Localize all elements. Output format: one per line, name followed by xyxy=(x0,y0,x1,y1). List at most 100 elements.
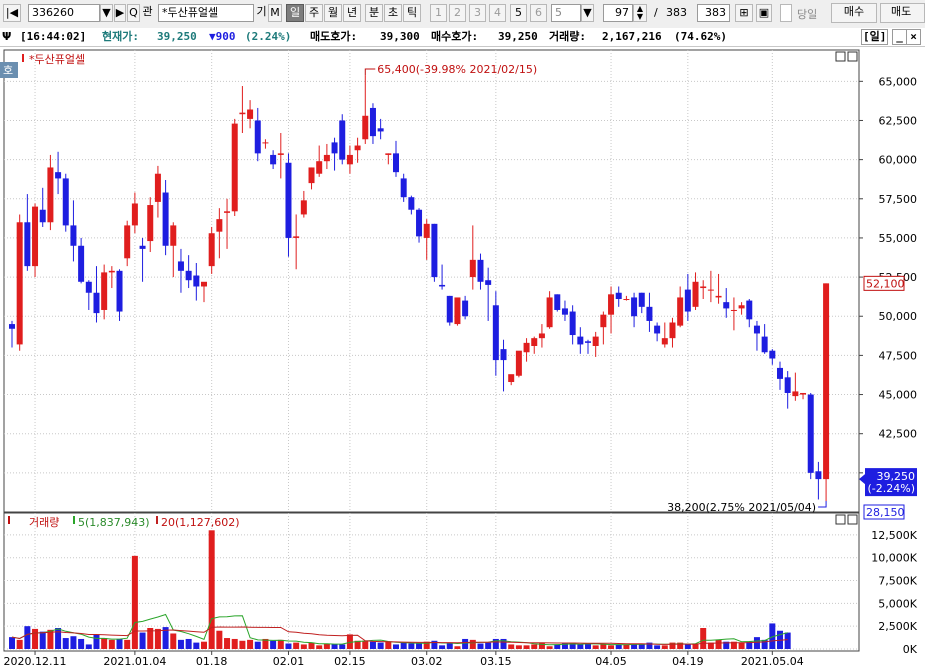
danil-checkbox[interactable] xyxy=(780,4,792,22)
tab-tick[interactable]: 틱 xyxy=(403,4,421,22)
candle-body xyxy=(661,338,668,345)
stock-code-input[interactable]: 336260 xyxy=(28,4,100,22)
indicator-icon[interactable]: Ψ xyxy=(2,28,11,45)
candle-body xyxy=(131,203,138,226)
tab-day[interactable]: 일 xyxy=(286,4,304,22)
volume-bar xyxy=(316,645,323,649)
volume-bar xyxy=(738,642,745,649)
candle-body xyxy=(231,123,238,212)
tab-second[interactable]: 초 xyxy=(384,4,402,22)
volume-bar xyxy=(116,638,123,649)
tab-month[interactable]: 월 xyxy=(324,4,342,22)
volume-bar xyxy=(285,643,292,649)
volume-tick-label: 12,500K xyxy=(871,529,917,542)
count-right-field[interactable]: 383 xyxy=(697,4,730,22)
price-tick-label: 45,000 xyxy=(879,389,918,402)
volume-bar xyxy=(577,644,584,649)
interval-5[interactable]: 5 xyxy=(510,4,527,22)
candle-body xyxy=(531,338,538,346)
candle-body xyxy=(569,311,576,336)
play-icon[interactable]: ▶ xyxy=(114,4,126,22)
tab-week[interactable]: 주 xyxy=(305,4,323,22)
volume-bar xyxy=(416,643,423,649)
close-icon[interactable]: × xyxy=(906,29,921,45)
candle-body xyxy=(185,270,192,281)
tab-minute[interactable]: 분 xyxy=(365,4,383,22)
time-tick-label: 03.02 xyxy=(411,655,443,668)
low-annotation-label: 38,200(2.75% 2021/05/04) xyxy=(667,501,816,514)
candle-body xyxy=(369,107,376,137)
interval-6[interactable]: 6 xyxy=(530,4,547,22)
code-dropdown-icon[interactable]: ▼ xyxy=(100,4,113,22)
period-box[interactable]: [일] xyxy=(861,29,889,45)
candle-body xyxy=(70,225,77,246)
volume-bar xyxy=(55,628,62,649)
candle-body xyxy=(800,392,807,395)
interval-4[interactable]: 4 xyxy=(489,4,506,22)
low-annotation: 38,200(2.75% 2021/05/04) xyxy=(667,501,827,514)
volume-tick-label: 0K xyxy=(903,643,918,656)
candle-body xyxy=(546,297,553,328)
panel-restore-icon[interactable] xyxy=(835,51,846,62)
volume-bar xyxy=(78,638,85,649)
count-stepper[interactable]: ▲ ▼ xyxy=(633,4,647,22)
buy-button[interactable]: 매수 xyxy=(831,3,877,23)
volume-bar xyxy=(508,644,515,649)
price-panel-frame xyxy=(3,49,860,513)
interval-3[interactable]: 3 xyxy=(469,4,486,22)
volume-bar xyxy=(339,644,346,649)
volume-bar xyxy=(446,643,453,649)
volume-tick-label: 10,000K xyxy=(871,552,917,565)
candle-body xyxy=(577,336,584,345)
candle-body xyxy=(147,205,154,242)
tab-year[interactable]: 년 xyxy=(343,4,361,22)
volume-bar xyxy=(177,639,184,649)
m-button[interactable]: M xyxy=(268,4,282,22)
count-total: 383 xyxy=(666,6,687,19)
interval-2[interactable]: 2 xyxy=(449,4,466,22)
time-tick-label: 02.01 xyxy=(273,655,305,668)
candle-body xyxy=(462,300,469,317)
gi-button[interactable]: 기 xyxy=(255,4,268,22)
time-tick-label: 03.15 xyxy=(480,655,512,668)
save-icon[interactable]: ▣ xyxy=(756,4,772,22)
interval-dropdown-icon[interactable]: ▼ xyxy=(581,4,594,22)
sell-button[interactable]: 매도 xyxy=(880,3,925,23)
price-tick-label: 55,000 xyxy=(879,232,918,245)
add-chart-icon[interactable]: ⊞ xyxy=(735,4,753,22)
candle-body xyxy=(377,128,384,132)
candle-body xyxy=(9,324,15,329)
candle-body xyxy=(277,153,284,155)
candle-body xyxy=(777,367,783,379)
time-tick-label: 2020.12.11 xyxy=(4,655,67,668)
price-legend: *두산퓨얼셀 xyxy=(29,52,85,66)
volume-bar xyxy=(715,639,722,649)
candle-body xyxy=(93,292,100,314)
candle-body xyxy=(623,299,630,301)
volume-bar xyxy=(523,645,530,649)
candle-body xyxy=(684,289,691,312)
interval-select[interactable]: 5 xyxy=(551,4,581,22)
candle-body xyxy=(262,142,269,144)
candle-body xyxy=(193,275,200,287)
candle-body xyxy=(792,391,799,397)
volume-tick-label: 7,500K xyxy=(878,575,917,588)
volume-close-icon[interactable] xyxy=(847,514,858,525)
price-chart[interactable]: 호 *두산퓨얼셀 거래량 5(1,837,943) 20(1,127,602) … xyxy=(0,46,925,671)
candle-body xyxy=(669,322,676,339)
last-change-label: (-2.24%) xyxy=(868,482,916,495)
first-page-icon[interactable]: |◀ xyxy=(3,4,21,22)
candle-body xyxy=(508,374,515,383)
search-icon[interactable]: Q xyxy=(127,4,140,22)
volume-restore-icon[interactable] xyxy=(835,514,846,525)
candle-body xyxy=(162,192,169,246)
minimize-icon[interactable]: _ xyxy=(892,29,907,45)
candle-body xyxy=(62,178,69,226)
stock-name-field[interactable]: *두산퓨얼셀 xyxy=(158,4,254,22)
ask-price: 39,300 xyxy=(380,30,420,43)
interval-1[interactable]: 1 xyxy=(430,4,447,22)
panel-close-icon[interactable] xyxy=(847,51,858,62)
candle-body xyxy=(700,286,707,289)
gwan-button[interactable]: 관 xyxy=(140,4,155,22)
count-input[interactable]: 97 xyxy=(603,4,633,22)
